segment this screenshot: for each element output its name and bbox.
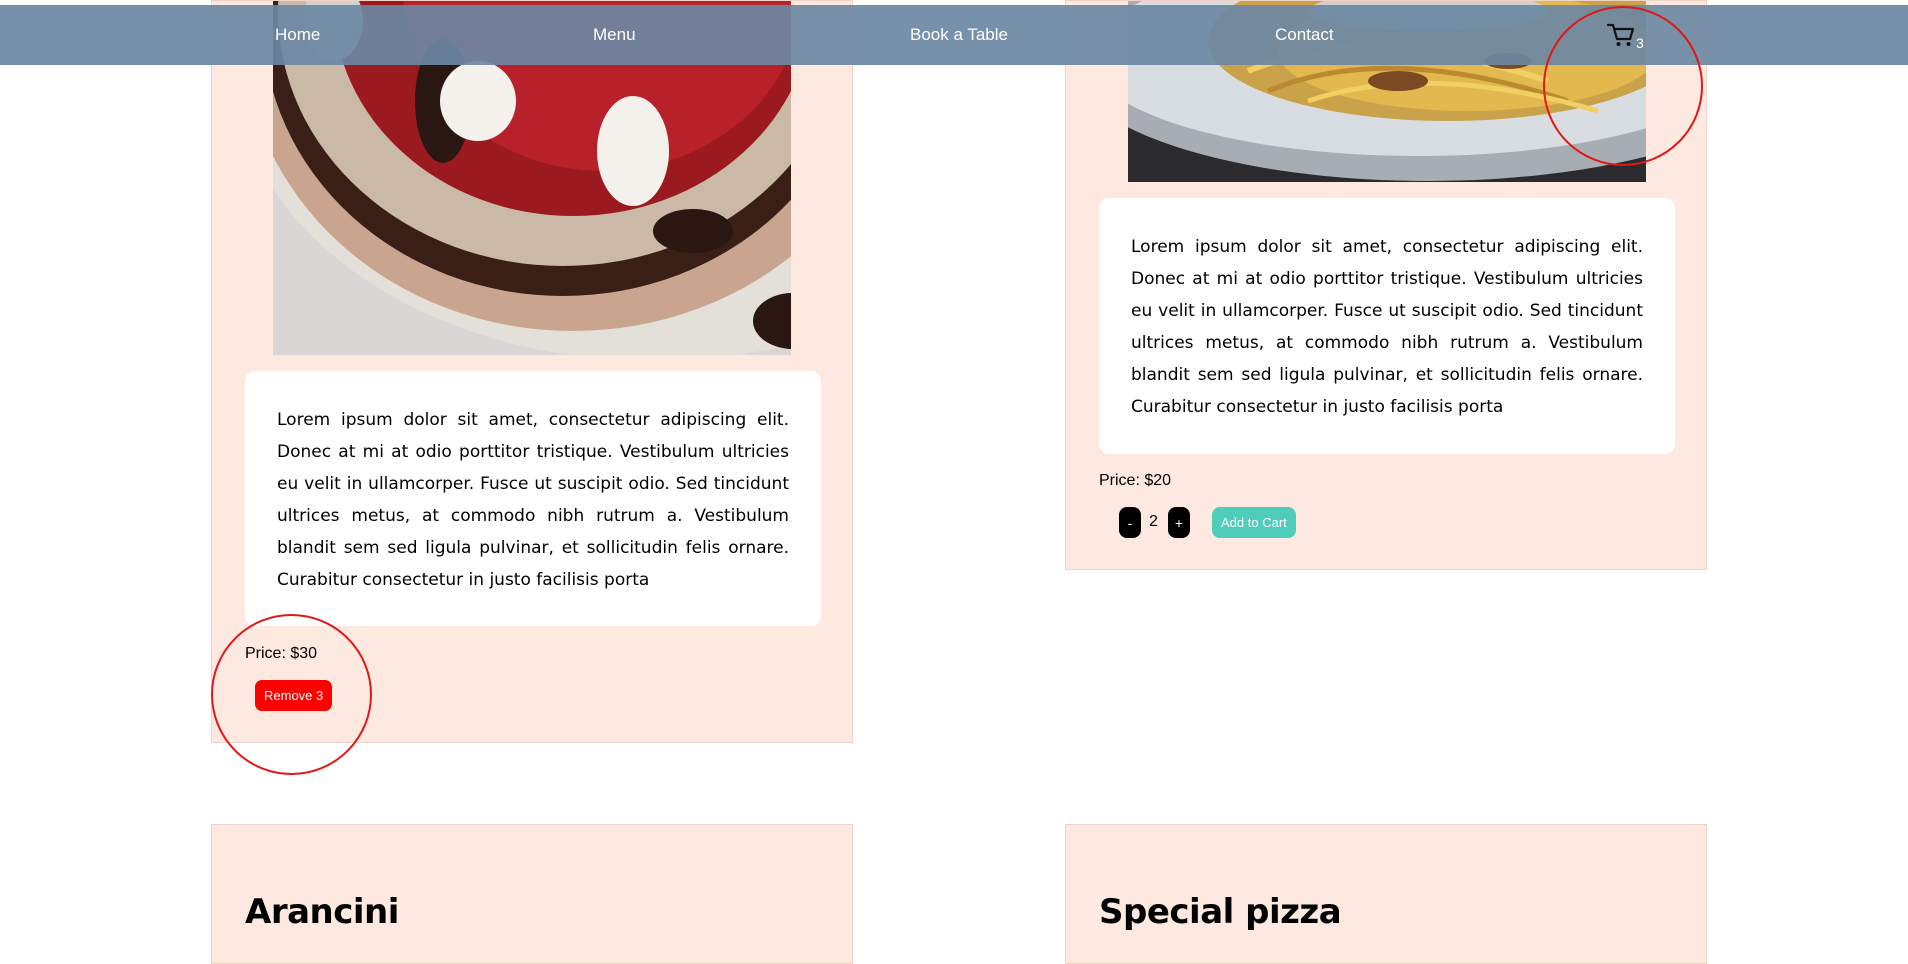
cart-count-badge: 3 [1636,35,1644,51]
decrease-quantity-button[interactable]: - [1119,507,1141,538]
increase-quantity-button[interactable]: + [1168,507,1190,538]
item-price: Price: $30 [245,645,318,662]
item-title: Special pizza [1099,892,1342,932]
menu-item-card: Lorem ipsum dolor sit amet, consectetur … [1065,0,1707,570]
item-description: Lorem ipsum dolor sit amet, consectetur … [1099,198,1675,454]
nav-book-table-link[interactable]: Book a Table [910,5,1008,65]
remove-from-cart-button[interactable]: Remove 3 [255,680,333,711]
nav-contact-link[interactable]: Contact [1275,5,1334,65]
quantity-value: 2 [1149,513,1158,530]
cart-button[interactable]: 3 [1606,21,1644,51]
nav-home-link[interactable]: Home [275,5,320,65]
menu-item-card: Arancini [211,824,853,964]
menu-item-card: Lorem ipsum dolor sit amet, consectetur … [211,0,853,743]
shopping-cart-icon [1606,23,1635,46]
nav-menu-link[interactable]: Menu [593,5,636,65]
menu-item-card: Special pizza [1065,824,1707,964]
item-description: Lorem ipsum dolor sit amet, consectetur … [245,371,821,626]
navbar: Home Menu Book a Table Contact 3 [0,5,1908,65]
add-to-cart-button[interactable]: Add to Cart [1212,507,1296,538]
item-price: Price: $20 [1099,472,1172,489]
item-title: Arancini [245,892,399,932]
